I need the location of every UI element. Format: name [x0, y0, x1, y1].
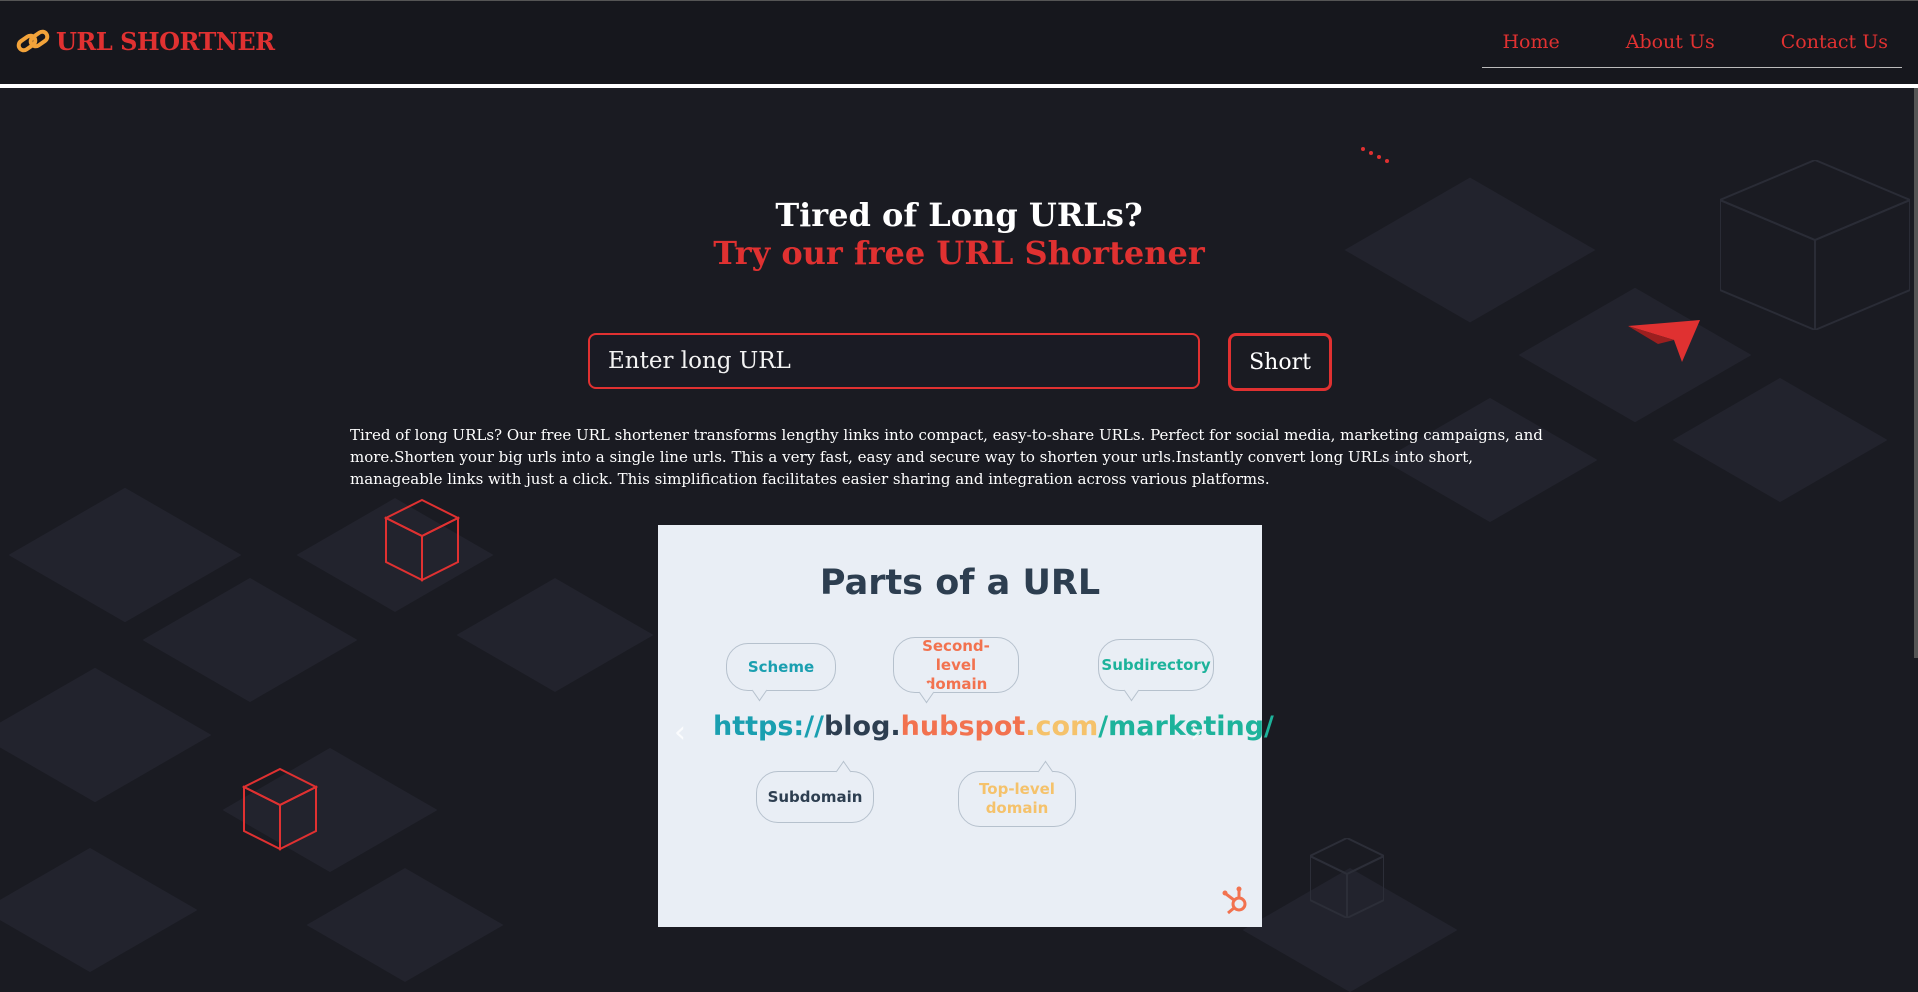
chevron-left-icon[interactable]: ‹ [674, 715, 686, 750]
hubspot-logo-icon [1222, 886, 1247, 915]
url-subdomain: blog. [823, 711, 901, 742]
url-scheme: https:// [713, 711, 824, 742]
description-text: Tired of long URLs? Our free URL shorten… [350, 426, 1543, 488]
chevron-right-icon[interactable]: › [1190, 715, 1202, 750]
url-second-level: hubspot [900, 711, 1026, 742]
background-tile [0, 667, 212, 803]
slide-title: Parts of a URL [819, 563, 1101, 603]
navbar: URL SHORTNER Home About Us Contact Us [0, 0, 1918, 88]
label-top-level-domain: Top-level domain [958, 771, 1076, 827]
paper-plane-icon [1628, 320, 1700, 362]
nav-about-link[interactable]: About Us [1626, 31, 1715, 53]
header-divider [0, 84, 1918, 88]
long-url-input[interactable] [588, 333, 1200, 389]
label-second-level-domain: Second-level domain [893, 637, 1019, 693]
link-icon [16, 29, 50, 52]
url-diagram-image: Parts of a URL Scheme Second-level domai… [658, 525, 1274, 927]
background-tile [1672, 377, 1888, 503]
short-button[interactable]: Short [1228, 333, 1332, 391]
dotted-decoration [1361, 147, 1389, 163]
brand-logo[interactable]: URL SHORTNER [16, 27, 275, 56]
hero-subheading: Try our free URL Shortener [713, 234, 1205, 272]
hero-heading: Tired of Long URLs? [775, 196, 1143, 234]
nav-home-link[interactable]: Home [1502, 31, 1559, 53]
label-subdirectory: Subdirectory [1098, 639, 1214, 691]
background-cube-outline [1310, 838, 1384, 918]
red-cube-icon [242, 767, 318, 851]
background-tile [0, 847, 198, 973]
main-nav: Home About Us Contact Us [1482, 31, 1902, 68]
red-cube-icon [384, 498, 460, 582]
background-tile [142, 577, 358, 703]
url-top-level: .com [1025, 711, 1099, 742]
label-subdomain: Subdomain [756, 771, 874, 823]
label-scheme: Scheme [726, 643, 836, 691]
url-subdirectory: /marketing/ [1098, 711, 1274, 742]
background-tile [456, 578, 654, 692]
brand-name: URL SHORTNER [56, 27, 275, 56]
scrollbar[interactable] [1914, 88, 1918, 658]
nav-contact-link[interactable]: Contact Us [1781, 31, 1888, 53]
background-tile [306, 868, 504, 982]
